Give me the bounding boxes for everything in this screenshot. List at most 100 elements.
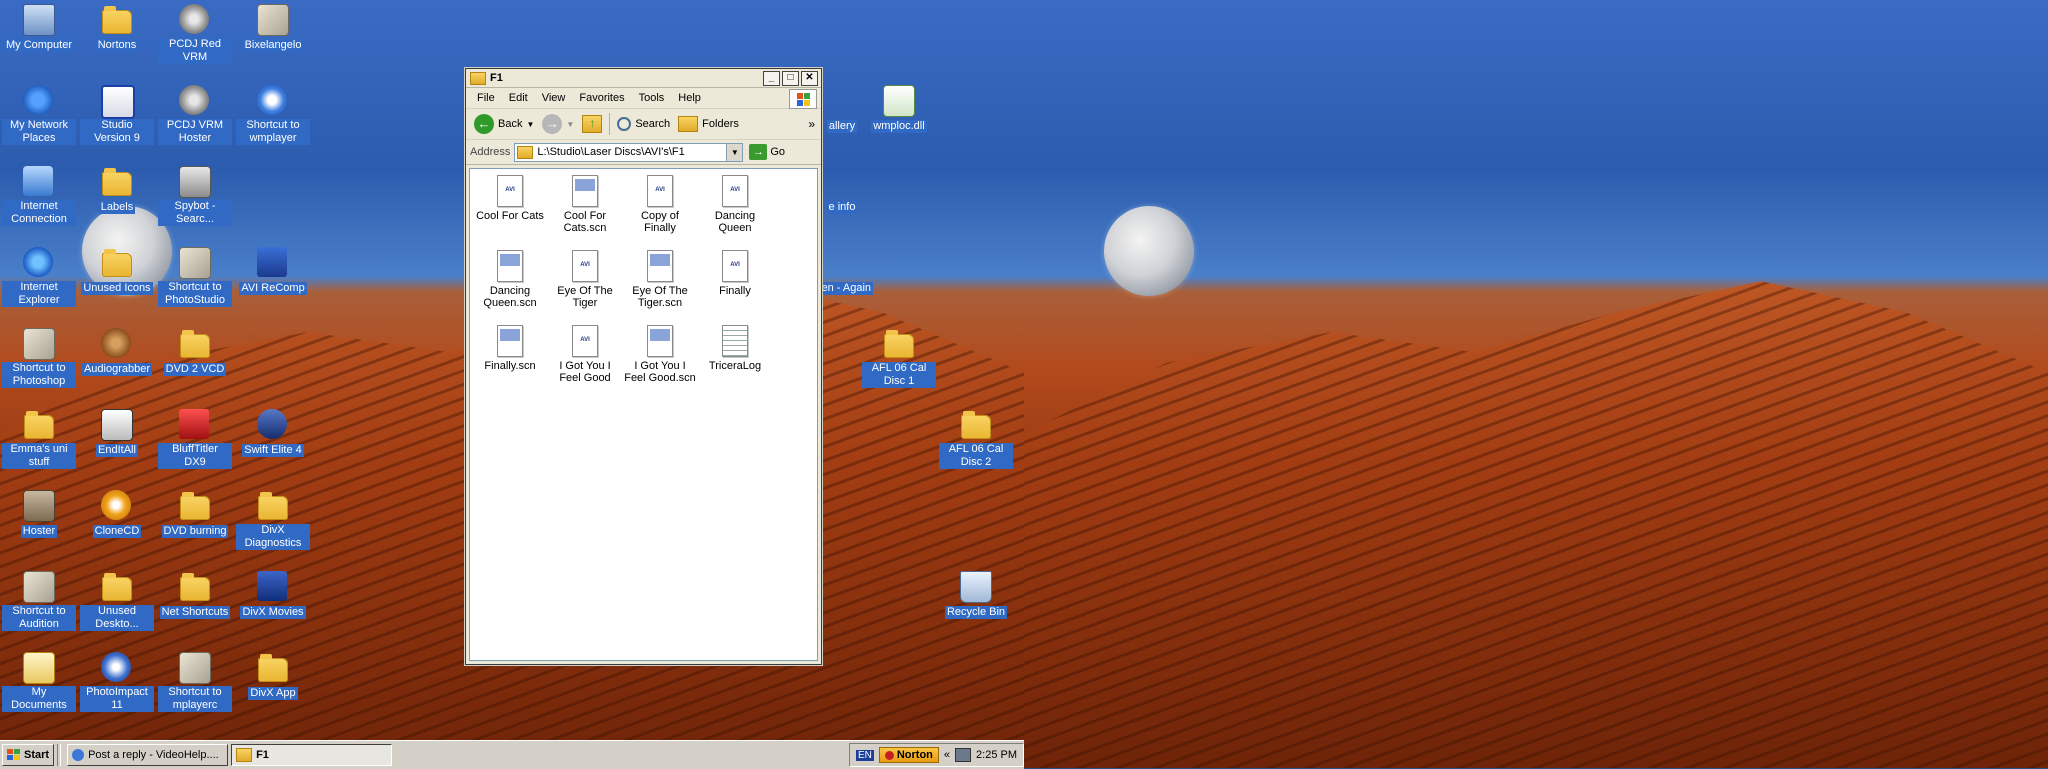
- desktop-icon[interactable]: Audiograbber: [80, 328, 154, 376]
- chevron-down-icon[interactable]: ▼: [566, 120, 574, 129]
- forward-button[interactable]: → ▼: [538, 112, 578, 136]
- file-item[interactable]: TriceraLog: [699, 325, 771, 372]
- menu-favorites[interactable]: Favorites: [572, 92, 631, 104]
- shortcut-icon: [179, 247, 211, 279]
- desktop-icon[interactable]: Shortcut to mplayerc: [158, 652, 232, 712]
- maximize-button[interactable]: □: [782, 70, 799, 86]
- desktop-icon-label: PCDJ Red VRM: [158, 38, 232, 64]
- desktop-icon[interactable]: PCDJ VRM Hoster: [158, 85, 232, 145]
- menu-view[interactable]: View: [535, 92, 573, 104]
- desktop-icon[interactable]: DivX App: [236, 652, 310, 700]
- back-label: Back: [498, 118, 523, 130]
- desktop-icon[interactable]: DivX Movies: [236, 571, 310, 619]
- task-button-f1[interactable]: F1: [231, 744, 393, 766]
- toolbar-overflow-chevron[interactable]: »: [808, 117, 815, 131]
- desktop-icon[interactable]: My Network Places: [2, 85, 76, 145]
- file-item[interactable]: AVI Dancing Queen: [699, 175, 771, 234]
- desktop-icon[interactable]: Internet Connection: [2, 166, 76, 226]
- folder-icon: [517, 145, 534, 159]
- desktop-icon[interactable]: Spybot - Searc...: [158, 166, 232, 226]
- desktop-icon[interactable]: My Computer: [2, 4, 76, 52]
- desktop-icon[interactable]: BluffTitler DX9: [158, 409, 232, 469]
- minimize-button[interactable]: _: [763, 70, 780, 86]
- desktop-icon-label: wmploc.dll: [871, 120, 927, 133]
- tray-expand-chevron[interactable]: «: [944, 749, 950, 761]
- task-button-browser[interactable]: Post a reply - VideoHelp....: [67, 744, 229, 766]
- file-item[interactable]: AVI Copy of Finally: [624, 175, 696, 234]
- folders-button[interactable]: Folders: [674, 114, 743, 134]
- desktop-icon[interactable]: Shortcut to wmplayer: [236, 85, 310, 145]
- shortcut-icon: [23, 328, 55, 360]
- desktop-icon[interactable]: Emma's uni stuff: [2, 409, 76, 469]
- norton-tray-button[interactable]: Norton: [878, 747, 939, 763]
- desktop-icon[interactable]: AVI ReComp: [236, 247, 310, 295]
- folders-icon: [678, 116, 699, 132]
- scn-file-icon: [572, 175, 598, 207]
- file-item[interactable]: AVI Cool For Cats: [474, 175, 546, 222]
- go-button[interactable]: → Go: [749, 144, 785, 160]
- file-item[interactable]: AVI I Got You I Feel Good: [549, 325, 621, 384]
- desktop-icon[interactable]: CloneCD: [80, 490, 154, 538]
- title-bar[interactable]: F1 _ □ ✕: [466, 69, 821, 88]
- desktop-icon[interactable]: Bixelangelo: [236, 4, 310, 52]
- desktop-icon[interactable]: Shortcut to Audition: [2, 571, 76, 631]
- desktop-icon[interactable]: Unused Deskto...: [80, 571, 154, 631]
- desktop-icon[interactable]: AFL 06 Cal Disc 2: [939, 409, 1013, 469]
- desktop-icon[interactable]: PhotoImpact 11: [80, 652, 154, 712]
- scn-file-icon: [647, 250, 673, 282]
- start-button[interactable]: Start: [2, 744, 55, 766]
- menu-tools[interactable]: Tools: [632, 92, 672, 104]
- file-list[interactable]: AVI Cool For Cats Cool For Cats.scn AVI Copy…: [469, 168, 818, 661]
- desktop-icon[interactable]: Labels: [80, 166, 154, 214]
- search-button[interactable]: Search: [613, 115, 674, 133]
- folder-icon: [960, 409, 992, 441]
- file-item[interactable]: I Got You I Feel Good.scn: [624, 325, 696, 384]
- desktop-icon[interactable]: Hoster: [2, 490, 76, 538]
- menu-file[interactable]: File: [470, 92, 502, 104]
- address-dropdown-button[interactable]: ▼: [726, 143, 743, 161]
- recycle-bin-icon: [960, 571, 992, 603]
- system-tray: EN Norton « 2:25 PM: [848, 743, 1024, 767]
- desktop-icon-label: EndItAll: [96, 444, 138, 457]
- file-item[interactable]: Cool For Cats.scn: [549, 175, 621, 234]
- toolbar: ← Back ▼ → ▼ ↑ Search Folders »: [466, 109, 821, 140]
- file-item[interactable]: Eye Of The Tiger.scn: [624, 250, 696, 309]
- back-button[interactable]: ← Back ▼: [470, 112, 538, 136]
- desktop-icon[interactable]: wmploc.dll: [862, 85, 936, 133]
- desktop-icon[interactable]: Nortons: [80, 4, 154, 52]
- menu-help[interactable]: Help: [671, 92, 708, 104]
- desktop-icon[interactable]: Swift Elite 4: [236, 409, 310, 457]
- clock[interactable]: 2:25 PM: [976, 749, 1017, 761]
- desktop-icon[interactable]: EndItAll: [80, 409, 154, 457]
- language-indicator[interactable]: EN: [855, 749, 874, 761]
- file-item[interactable]: Dancing Queen.scn: [474, 250, 546, 309]
- desktop-icon[interactable]: Shortcut to Photoshop: [2, 328, 76, 388]
- folder-icon: [101, 4, 133, 36]
- file-item[interactable]: Finally.scn: [474, 325, 546, 372]
- desktop-icon[interactable]: AFL 06 Cal Disc 1: [862, 328, 936, 388]
- desktop-icon[interactable]: Unused Icons: [80, 247, 154, 295]
- up-button[interactable]: ↑: [578, 113, 606, 135]
- desktop-icon[interactable]: Shortcut to PhotoStudio: [158, 247, 232, 307]
- address-input[interactable]: L:\Studio\Laser Discs\AVI's\F1 ▼: [514, 142, 744, 162]
- forward-arrow-icon: →: [542, 114, 563, 134]
- desktop-icon[interactable]: DivX Diagnostics: [236, 490, 310, 550]
- desktop-icon[interactable]: Net Shortcuts: [158, 571, 232, 619]
- explorer-window[interactable]: F1 _ □ ✕ File Edit View Favorites Tools …: [465, 68, 822, 665]
- file-item[interactable]: AVI Eye Of The Tiger: [549, 250, 621, 309]
- menu-edit[interactable]: Edit: [502, 92, 535, 104]
- chevron-down-icon[interactable]: ▼: [526, 120, 534, 129]
- tray-app-icon[interactable]: [955, 748, 972, 762]
- desktop-icon[interactable]: My Documents: [2, 652, 76, 712]
- shortcut-icon: [257, 4, 289, 36]
- desktop-icon[interactable]: DVD 2 VCD: [158, 328, 232, 376]
- file-item[interactable]: AVI Finally: [699, 250, 771, 297]
- desktop-icon[interactable]: Internet Explorer: [2, 247, 76, 307]
- desktop-icon[interactable]: PCDJ Red VRM: [158, 4, 232, 64]
- shortcut-icon: [179, 652, 211, 684]
- close-button[interactable]: ✕: [801, 70, 818, 86]
- desktop-icon[interactable]: DVD burning: [158, 490, 232, 538]
- desktop-icon[interactable]: Studio Version 9: [80, 85, 154, 145]
- desktop-icon[interactable]: Recycle Bin: [939, 571, 1013, 619]
- file-name: Cool For Cats: [476, 210, 544, 222]
